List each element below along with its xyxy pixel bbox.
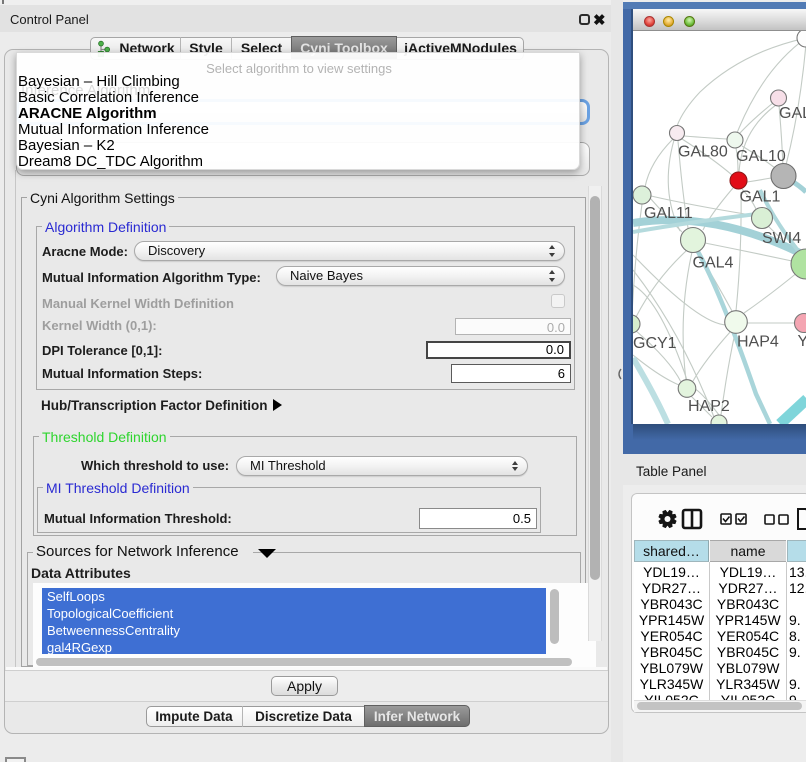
svg-text:GAL11: GAL11	[644, 205, 693, 222]
svg-text:HAP4: HAP4	[737, 334, 779, 351]
svg-text:GAL1: GAL1	[740, 189, 781, 206]
svg-text:GAL2: GAL2	[779, 105, 806, 122]
svg-text:SWI4: SWI4	[762, 230, 801, 247]
svg-text:Y: Y	[798, 333, 806, 350]
svg-text:GCY1: GCY1	[633, 335, 677, 352]
svg-text:GAL80: GAL80	[678, 144, 728, 161]
svg-text:GAL10: GAL10	[736, 148, 786, 165]
svg-text:GAL4: GAL4	[693, 255, 734, 272]
svg-text:HAP2: HAP2	[688, 398, 730, 415]
